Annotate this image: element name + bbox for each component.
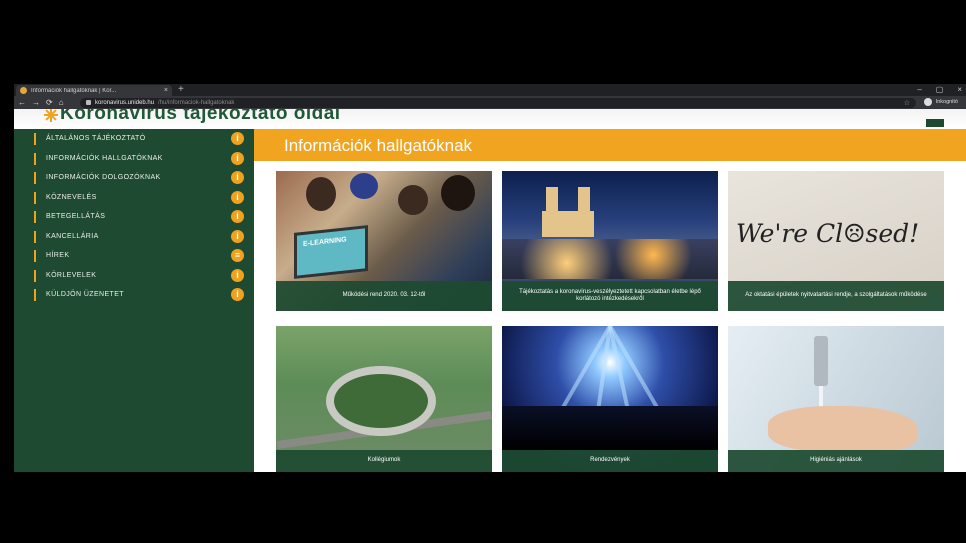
browser-window: Információk hallgatóknak | Kor... × + – … — [14, 84, 966, 472]
card-caption: Működési rend 2020. 03. 12-től — [276, 281, 492, 311]
new-tab-button[interactable]: + — [178, 84, 184, 96]
closed-sign-text: We're Cl☹sed! — [736, 219, 920, 248]
sidebar-item-kancellaria[interactable]: Kancellária i — [14, 227, 254, 247]
reload-icon[interactable]: ⟳ — [46, 98, 53, 107]
sidebar-item-label: Hírek — [46, 252, 70, 260]
sidebar-item-label: Információk dolgozóknak — [46, 174, 161, 182]
card-kollegiumok[interactable]: Kollégiumok — [276, 326, 492, 472]
sidebar-item-label: Általános tájékoztató — [46, 135, 146, 143]
sidebar-marker — [34, 133, 36, 145]
page-title: Információk hallgatóknak — [284, 136, 473, 155]
url-host: koronavirus.unideb.hu — [95, 99, 155, 106]
card-nyitvatartas[interactable]: We're Cl☹sed! Az oktatási épületek nyitv… — [728, 171, 944, 311]
sidebar-marker — [34, 191, 36, 204]
info-icon: i — [231, 288, 244, 301]
news-icon: ≡ — [231, 249, 244, 262]
sidebar-item-label: Küldjön üzenetet — [46, 291, 124, 299]
back-icon[interactable]: ← — [18, 98, 26, 107]
address-bar[interactable]: koronavirus.unideb.hu/hu/informaciok-hal… — [80, 97, 916, 108]
sidebar-marker — [34, 152, 36, 165]
card-caption: Az oktatási épületek nyitvatartási rendj… — [728, 281, 944, 311]
info-icon: i — [231, 268, 244, 282]
card-mukodesi-rend[interactable]: E-LEARNING Működési rend 2020. 03. 12-tő… — [276, 171, 492, 311]
card-caption: Tájékoztatás a koronavírus-veszélyeztete… — [502, 281, 718, 311]
tab-strip: Információk hallgatóknak | Kor... × + – … — [14, 84, 966, 96]
card-rendezvenyek[interactable]: Rendezvények — [502, 326, 718, 472]
info-icon: i — [231, 210, 244, 223]
page-heading-bar: Információk hallgatóknak — [254, 129, 966, 161]
info-icon: i — [231, 190, 244, 204]
sidebar-item-hallgatoknak[interactable]: Információk hallgatóknak i — [14, 149, 254, 169]
sidebar-item-label: Körlevelek — [46, 271, 97, 279]
card-caption: Kollégiumok — [276, 450, 492, 472]
card-higienia[interactable]: Higiéniás ajánlások — [728, 326, 944, 472]
sidebar-marker — [34, 211, 36, 223]
sidebar-item-altalanos[interactable]: Általános tájékoztató i — [14, 129, 254, 149]
home-icon[interactable]: ⌂ — [59, 98, 64, 107]
window-controls: – ▢ × — [917, 84, 962, 96]
info-icon: i — [231, 171, 244, 184]
sidebar-marker — [34, 172, 36, 184]
favicon-icon — [20, 87, 27, 94]
profile-button[interactable]: Inkognitó — [923, 98, 958, 106]
url-path: /hu/informaciok-hallgatoknak — [158, 99, 235, 106]
close-window-button[interactable]: × — [957, 84, 962, 96]
sidebar-item-korlevelek[interactable]: Körlevelek i — [14, 266, 254, 286]
browser-toolbar: ← → ⟳ ⌂ koronavirus.unideb.hu/hu/informa… — [14, 96, 966, 109]
bookmark-star-icon[interactable]: ☆ — [904, 99, 910, 107]
sidebar-item-label: Betegellátás — [46, 213, 106, 221]
sidebar-marker — [34, 250, 36, 262]
laptop-image: E-LEARNING — [294, 225, 368, 279]
forward-icon[interactable]: → — [32, 98, 40, 107]
sidebar-item-uzenet[interactable]: Küldjön üzenetet i — [14, 285, 254, 305]
site-header: Koronavírus tájékoztató oldal — [14, 109, 966, 129]
sidebar-marker — [34, 230, 36, 243]
card-grid: E-LEARNING Működési rend 2020. 03. 12-tő… — [254, 161, 966, 472]
laptop-text: E-LEARNING — [303, 236, 347, 248]
incognito-avatar-icon — [923, 98, 932, 106]
sidebar-marker — [34, 289, 36, 301]
card-caption: Higiéniás ajánlások — [728, 450, 944, 472]
tab-title: Információk hallgatóknak | Kor... — [31, 87, 117, 94]
lock-icon — [86, 100, 91, 105]
sidebar-item-hirek[interactable]: Hírek ≡ — [14, 246, 254, 266]
sidebar-item-betegellatas[interactable]: Betegellátás i — [14, 207, 254, 227]
header-menu-button[interactable] — [926, 119, 944, 127]
sun-logo-icon — [44, 109, 58, 122]
minimize-button[interactable]: – — [917, 84, 921, 96]
info-icon: i — [231, 132, 244, 145]
sidebar-item-label: Köznevelés — [46, 193, 97, 201]
sidebar-marker — [34, 269, 36, 282]
sidebar-item-label: Kancellária — [46, 232, 99, 240]
maximize-button[interactable]: ▢ — [936, 84, 944, 96]
profile-label: Inkognitó — [935, 99, 958, 105]
site-title[interactable]: Koronavírus tájékoztató oldal — [60, 109, 341, 125]
sidebar: Általános tájékoztató i Információk hallg… — [14, 129, 254, 472]
tab-close-icon[interactable]: × — [164, 87, 168, 94]
info-icon: i — [231, 229, 244, 243]
info-icon: i — [231, 151, 244, 165]
sidebar-item-label: Információk hallgatóknak — [46, 154, 163, 162]
web-page: Koronavírus tájékoztató oldal Általános … — [14, 109, 966, 472]
sidebar-item-dolgozoknak[interactable]: Információk dolgozóknak i — [14, 168, 254, 188]
sidebar-item-koznevelés[interactable]: Köznevelés i — [14, 188, 254, 208]
browser-tab[interactable]: Információk hallgatóknak | Kor... × — [16, 85, 172, 96]
card-tajekoztatas[interactable]: Tájékoztatás a koronavírus-veszélyeztete… — [502, 171, 718, 311]
card-caption: Rendezvények — [502, 450, 718, 472]
